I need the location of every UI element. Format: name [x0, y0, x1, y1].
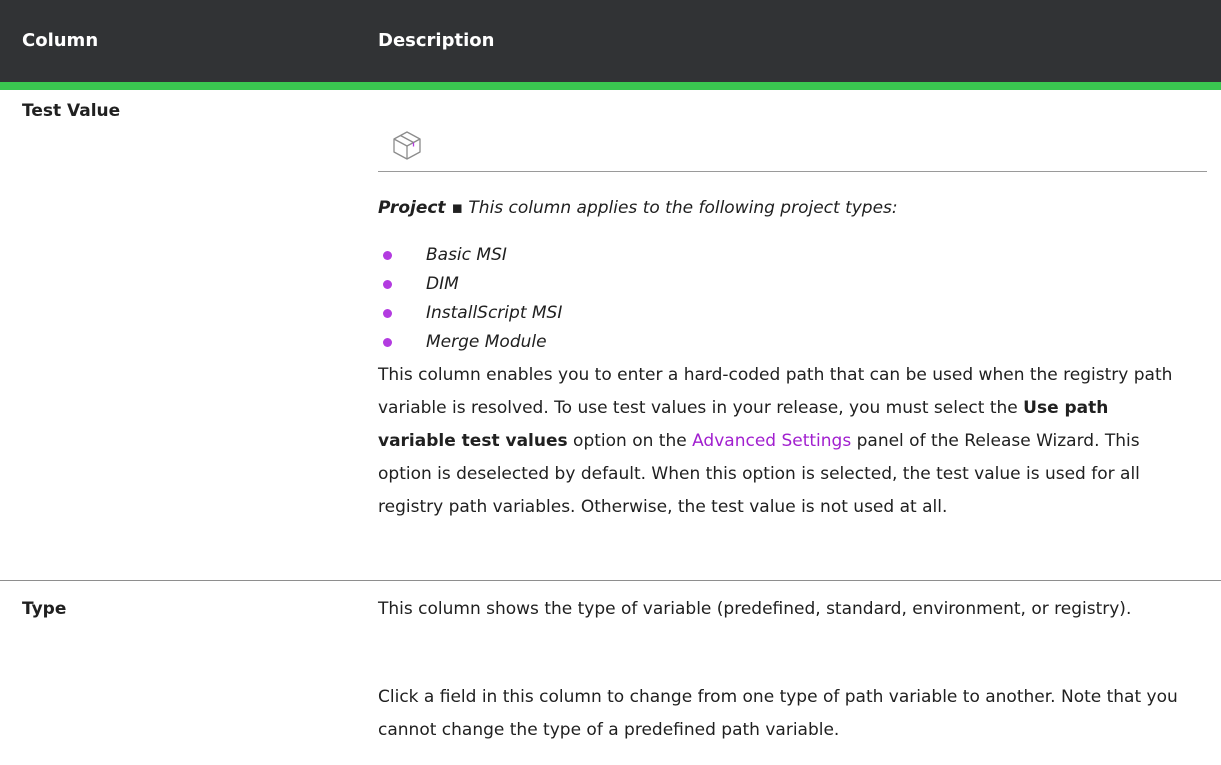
- list-item: Basic MSI: [378, 243, 562, 272]
- description-text: option on the: [567, 431, 693, 451]
- project-type-label: Merge Module: [426, 332, 547, 352]
- package-box-icon: [393, 131, 421, 160]
- project-prefix: Project ▪: [378, 198, 463, 218]
- type-description-1: This column shows the type of variable (…: [378, 599, 1132, 619]
- row-label-type: Type: [22, 599, 67, 619]
- bullet-dot: [383, 338, 392, 347]
- row-label-test-value: Test Value: [22, 101, 121, 121]
- bullet-dot: [383, 251, 392, 260]
- project-type-label: DIM: [426, 274, 459, 294]
- header-description: Description: [378, 30, 495, 51]
- project-applies-text: This column applies to the following pro…: [468, 198, 898, 218]
- project-type-label: Basic MSI: [426, 245, 507, 265]
- bullet-dot: [383, 280, 392, 289]
- row-divider: [0, 580, 1221, 581]
- header-accent-rule: [0, 82, 1221, 90]
- icon-divider: [378, 171, 1207, 172]
- project-applies-line: Project ▪ This column applies to the fol…: [378, 196, 898, 220]
- project-types-list: Basic MSI DIM InstallScript MSI Merge Mo…: [378, 243, 562, 359]
- list-item: Merge Module: [378, 330, 562, 359]
- advanced-settings-link[interactable]: Advanced Settings: [692, 431, 851, 451]
- type-description-2: Click a field in this column to change f…: [378, 687, 1178, 740]
- list-item: InstallScript MSI: [378, 301, 562, 330]
- project-type-label: InstallScript MSI: [426, 303, 563, 323]
- list-item: DIM: [378, 272, 562, 301]
- test-value-description: This column enables you to enter a hard-…: [378, 359, 1186, 524]
- table-header: Column Description: [0, 0, 1221, 82]
- bullet-dot: [383, 309, 392, 318]
- header-column: Column: [22, 30, 99, 51]
